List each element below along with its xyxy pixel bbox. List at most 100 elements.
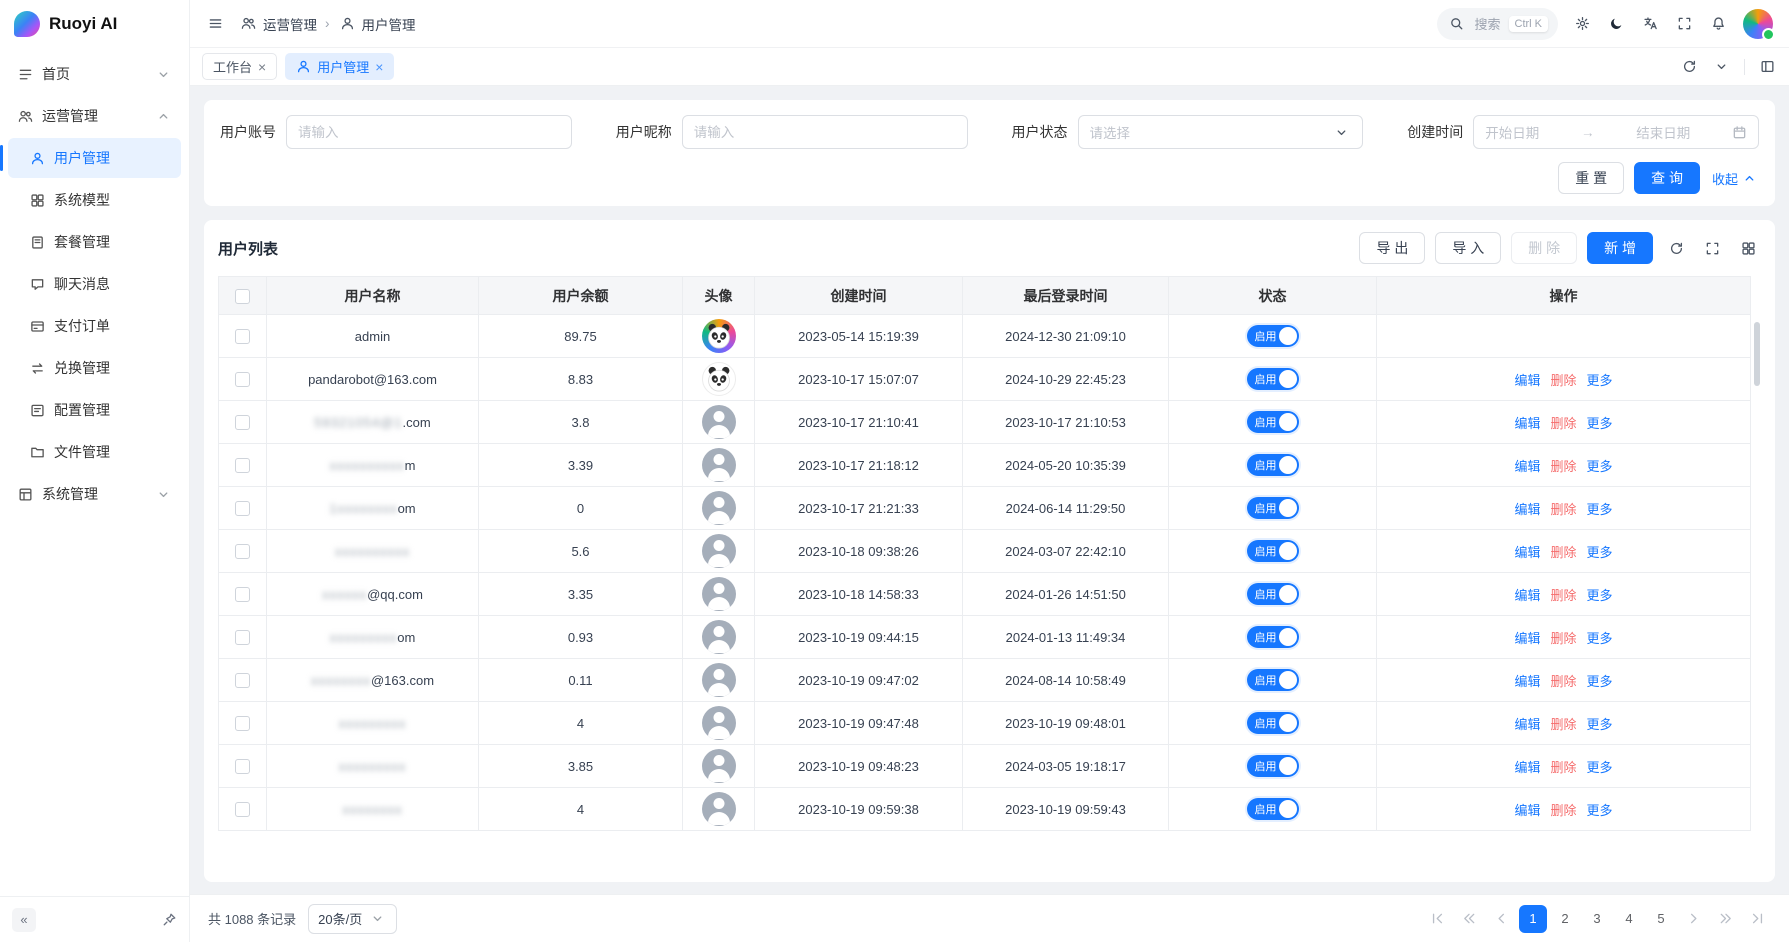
first-page-button[interactable] [1423, 905, 1451, 933]
row-checkbox[interactable] [235, 716, 250, 731]
prev-group-button[interactable] [1455, 905, 1483, 933]
edit-link[interactable]: 编辑 [1514, 803, 1540, 818]
edit-link[interactable]: 编辑 [1514, 373, 1540, 388]
close-icon[interactable]: × [258, 60, 266, 74]
sidebar-item-exchange-management[interactable]: 兑换管理 [8, 348, 181, 388]
refresh-tab-icon[interactable] [1680, 57, 1699, 76]
sidebar-item-file-management[interactable]: 文件管理 [8, 432, 181, 472]
notification-bell-icon[interactable] [1709, 14, 1728, 33]
tab-user-management[interactable]: 用户管理× [285, 53, 394, 80]
delete-link[interactable]: 删除 [1550, 588, 1576, 603]
expand-table-icon[interactable] [1699, 235, 1725, 261]
pin-icon[interactable] [162, 912, 177, 927]
sidebar-item-payment-orders[interactable]: 支付订单 [8, 306, 181, 346]
breadcrumb-operations[interactable]: 运营管理 [239, 14, 317, 34]
status-toggle[interactable]: 启用 [1247, 411, 1299, 433]
more-link[interactable]: 更多 [1587, 631, 1613, 646]
status-toggle[interactable]: 启用 [1247, 325, 1299, 347]
nickname-input[interactable] [682, 115, 968, 149]
sidebar-item-chat-messages[interactable]: 聊天消息 [8, 264, 181, 304]
delete-link[interactable]: 删除 [1550, 459, 1576, 474]
row-checkbox[interactable] [235, 673, 250, 688]
edit-link[interactable]: 编辑 [1514, 717, 1540, 732]
sidebar-item-operations[interactable]: 运营管理 [8, 96, 181, 136]
reset-button[interactable]: 重 置 [1558, 162, 1624, 194]
translate-icon[interactable] [1641, 14, 1660, 33]
chevron-down-icon[interactable] [1712, 57, 1731, 76]
import-button[interactable]: 导 入 [1435, 232, 1501, 264]
status-toggle[interactable]: 启用 [1247, 540, 1299, 562]
page-button-2[interactable]: 2 [1551, 905, 1579, 933]
edit-link[interactable]: 编辑 [1514, 459, 1540, 474]
edit-link[interactable]: 编辑 [1514, 588, 1540, 603]
page-button-4[interactable]: 4 [1615, 905, 1643, 933]
more-link[interactable]: 更多 [1587, 459, 1613, 474]
query-button[interactable]: 查 询 [1634, 162, 1700, 194]
status-toggle[interactable]: 启用 [1247, 669, 1299, 691]
row-checkbox[interactable] [235, 415, 250, 430]
delete-link[interactable]: 删除 [1550, 373, 1576, 388]
delete-link[interactable]: 删除 [1550, 502, 1576, 517]
delete-link[interactable]: 删除 [1550, 760, 1576, 775]
page-button-5[interactable]: 5 [1647, 905, 1675, 933]
delete-link[interactable]: 删除 [1550, 674, 1576, 689]
more-link[interactable]: 更多 [1587, 416, 1613, 431]
edit-link[interactable]: 编辑 [1514, 545, 1540, 560]
row-checkbox[interactable] [235, 587, 250, 602]
delete-link[interactable]: 删除 [1550, 631, 1576, 646]
delete-link[interactable]: 删除 [1550, 803, 1576, 818]
collapse-filter-link[interactable]: 收起 [1712, 169, 1759, 188]
page-button-1[interactable]: 1 [1519, 905, 1547, 933]
fullscreen-icon[interactable] [1675, 14, 1694, 33]
status-toggle[interactable]: 启用 [1247, 798, 1299, 820]
sidebar-item-system-model[interactable]: 系统模型 [8, 180, 181, 220]
brand[interactable]: Ruoyi AI [0, 0, 189, 48]
sidebar-item-user-management[interactable]: 用户管理 [8, 138, 181, 178]
more-link[interactable]: 更多 [1587, 545, 1613, 560]
next-group-button[interactable] [1711, 905, 1739, 933]
more-link[interactable]: 更多 [1587, 674, 1613, 689]
row-checkbox[interactable] [235, 630, 250, 645]
row-checkbox[interactable] [235, 501, 250, 516]
layout-panel-icon[interactable] [1758, 57, 1777, 76]
status-toggle[interactable]: 启用 [1247, 497, 1299, 519]
refresh-list-icon[interactable] [1663, 235, 1689, 261]
more-link[interactable]: 更多 [1587, 588, 1613, 603]
user-status-select[interactable]: 请选择 [1078, 115, 1364, 149]
delete-button[interactable]: 删 除 [1511, 232, 1577, 264]
more-link[interactable]: 更多 [1587, 373, 1613, 388]
status-toggle[interactable]: 启用 [1247, 454, 1299, 476]
sidebar-item-system-management[interactable]: 系统管理 [8, 474, 181, 514]
edit-link[interactable]: 编辑 [1514, 416, 1540, 431]
user-avatar[interactable] [1743, 9, 1773, 39]
row-checkbox[interactable] [235, 802, 250, 817]
close-icon[interactable]: × [375, 60, 383, 74]
created-time-range-picker[interactable]: 开始日期 → 结束日期 [1473, 115, 1759, 149]
row-checkbox[interactable] [235, 544, 250, 559]
delete-link[interactable]: 删除 [1550, 416, 1576, 431]
edit-link[interactable]: 编辑 [1514, 674, 1540, 689]
column-settings-icon[interactable] [1735, 235, 1761, 261]
next-page-button[interactable] [1679, 905, 1707, 933]
account-input[interactable] [286, 115, 572, 149]
page-button-3[interactable]: 3 [1583, 905, 1611, 933]
status-toggle[interactable]: 启用 [1247, 626, 1299, 648]
delete-link[interactable]: 删除 [1550, 717, 1576, 732]
delete-link[interactable]: 删除 [1550, 545, 1576, 560]
scrollbar-thumb[interactable] [1754, 322, 1760, 386]
tab-workbench[interactable]: 工作台× [202, 53, 277, 80]
export-button[interactable]: 导 出 [1359, 232, 1425, 264]
page-size-select[interactable]: 20条/页 [308, 904, 397, 934]
sidebar-item-home[interactable]: 首页 [8, 54, 181, 94]
select-all-checkbox[interactable] [235, 289, 250, 304]
last-page-button[interactable] [1743, 905, 1771, 933]
row-checkbox[interactable] [235, 458, 250, 473]
status-toggle[interactable]: 启用 [1247, 755, 1299, 777]
menu-toggle-icon[interactable] [206, 14, 225, 33]
sidebar-item-config-management[interactable]: 配置管理 [8, 390, 181, 430]
more-link[interactable]: 更多 [1587, 717, 1613, 732]
row-checkbox[interactable] [235, 329, 250, 344]
status-toggle[interactable]: 启用 [1247, 712, 1299, 734]
search-input[interactable]: 搜索 Ctrl K [1437, 8, 1558, 40]
sidebar-item-package-management[interactable]: 套餐管理 [8, 222, 181, 262]
